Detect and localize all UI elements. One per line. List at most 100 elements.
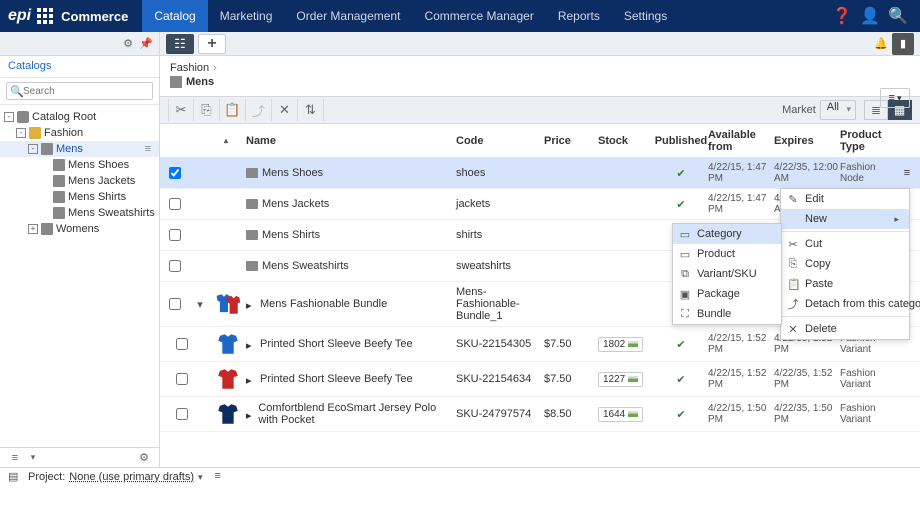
row-available: 4/22/15, 1:52 PM <box>708 368 774 390</box>
row-code: SKU-24797574 <box>456 408 544 420</box>
row-code: jackets <box>456 198 544 210</box>
cut-button[interactable]: ✂ <box>168 99 194 121</box>
row-checkbox[interactable] <box>176 338 188 350</box>
published-icon: ✔ <box>654 338 708 351</box>
col-price[interactable]: Price <box>544 135 598 147</box>
page-icon <box>53 191 65 203</box>
node-icon <box>246 168 258 178</box>
tree-node[interactable]: Mens Sweatshirts <box>0 205 159 221</box>
tree-node[interactable]: Mens Shoes <box>0 157 159 173</box>
ctx-cut[interactable]: ✂Cut <box>781 234 909 254</box>
sub-category[interactable]: ▭Category <box>673 224 781 244</box>
row-name: Mens Fashionable Bundle <box>260 298 387 310</box>
pane-settings-icon[interactable]: ≡ <box>6 449 24 467</box>
tree-label: Womens <box>56 223 99 235</box>
expand-toggle[interactable]: - <box>16 128 26 138</box>
delete-button[interactable]: ✕ <box>272 99 298 121</box>
context-menu: ✎Edit New▸ ▭Category ▭Product ⧉Variant/S… <box>780 188 910 340</box>
table-row[interactable]: ▸Comfortblend EcoSmart Jersey Polo with … <box>160 397 920 432</box>
add-button[interactable]: + <box>198 34 226 54</box>
col-published[interactable]: Published <box>654 135 708 147</box>
tab-order-management[interactable]: Order Management <box>284 0 412 32</box>
tree-node[interactable]: -Fashion <box>0 125 159 141</box>
layers-icon[interactable]: ▤ <box>8 470 22 484</box>
chevron-right-icon: ▸ <box>894 214 899 225</box>
sub-package[interactable]: ▣Package <box>673 284 781 304</box>
tree-node[interactable]: -Catalog Root <box>0 109 159 125</box>
market-select[interactable]: All <box>820 100 856 120</box>
row-checkbox[interactable] <box>169 260 181 272</box>
sub-variant[interactable]: ⧉Variant/SKU <box>673 264 781 284</box>
tree-node[interactable]: -Mens≡ <box>0 141 159 157</box>
tree-menu-icon[interactable]: ≡ <box>141 143 155 155</box>
col-stock[interactable]: Stock <box>598 135 654 147</box>
bell-icon[interactable]: 🔔 <box>870 33 892 55</box>
row-expires: 4/22/35, 12:00 AM <box>774 162 840 184</box>
row-checkbox[interactable] <box>176 373 188 385</box>
col-expires[interactable]: Expires <box>774 135 840 147</box>
copy-button[interactable]: ⎘ <box>194 99 220 121</box>
catalog-search-input[interactable] <box>6 82 153 100</box>
tree-label: Mens Jackets <box>68 175 135 187</box>
project-bar: ▤ Project: None (use primary drafts) ▾ ≡ <box>0 467 920 486</box>
breadcrumb-parent[interactable]: Fashion <box>170 62 209 74</box>
tree-mode-button[interactable]: ☷ <box>166 34 194 54</box>
pane-dropdown-icon[interactable]: ▾ <box>24 449 42 467</box>
row-checkbox[interactable] <box>169 198 181 210</box>
page-icon <box>170 76 182 88</box>
tab-settings[interactable]: Settings <box>612 0 679 32</box>
project-list-icon[interactable]: ≡ <box>215 470 229 484</box>
table-row[interactable]: Mens Shoesshoes✔4/22/15, 1:47 PM4/22/35,… <box>160 158 920 189</box>
project-dropdown-icon[interactable]: ▾ <box>198 472 203 483</box>
sub-product[interactable]: ▭Product <box>673 244 781 264</box>
help-icon[interactable]: ❓ <box>828 0 856 32</box>
tab-reports[interactable]: Reports <box>546 0 612 32</box>
assets-icon[interactable]: ▮ <box>892 33 914 55</box>
pane-gear-icon[interactable]: ⚙ <box>135 449 153 467</box>
stock-pill[interactable]: 1227 <box>598 372 643 387</box>
col-code[interactable]: Code <box>456 135 544 147</box>
view-options-button[interactable]: ≡ ▾ <box>880 88 910 108</box>
tab-commerce-manager[interactable]: Commerce Manager <box>412 0 545 32</box>
col-available[interactable]: Available from <box>708 129 774 153</box>
row-checkbox[interactable] <box>169 229 181 241</box>
ctx-edit[interactable]: ✎Edit <box>781 189 909 209</box>
pin-icon[interactable]: 📌 <box>137 35 155 53</box>
apps-icon[interactable] <box>37 8 53 24</box>
catalog-tree: -Catalog Root-Fashion-Mens≡Mens Shoes Men… <box>0 105 159 447</box>
expand-toggle[interactable]: - <box>4 112 14 122</box>
expand-toggle[interactable]: + <box>28 224 38 234</box>
catalogs-header[interactable]: Catalogs <box>0 56 159 78</box>
col-name[interactable]: Name <box>246 135 456 147</box>
tree-node[interactable]: Mens Shirts <box>0 189 159 205</box>
row-checkbox[interactable] <box>169 298 181 310</box>
gear-icon[interactable]: ⚙ <box>119 35 137 53</box>
row-code: shoes <box>456 167 544 179</box>
project-label: Project: <box>28 471 65 483</box>
stock-pill[interactable]: 1802 <box>598 337 643 352</box>
tree-node[interactable]: Mens Jackets <box>0 173 159 189</box>
table-row[interactable]: ▸Printed Short Sleeve Beefy TeeSKU-22154… <box>160 362 920 397</box>
tab-marketing[interactable]: Marketing <box>208 0 285 32</box>
row-checkbox[interactable] <box>176 408 188 420</box>
root-icon <box>17 111 29 123</box>
tree-node[interactable]: + Womens <box>0 221 159 237</box>
col-type[interactable]: Product Type <box>840 129 898 153</box>
sub-bundle[interactable]: ⛶Bundle <box>673 304 781 324</box>
ctx-delete[interactable]: ✕Delete <box>781 319 909 339</box>
expand-toggle[interactable]: - <box>28 144 38 154</box>
search-icon[interactable]: 🔍 <box>884 0 912 32</box>
project-value[interactable]: None (use primary drafts) <box>69 471 194 483</box>
ctx-new[interactable]: New▸ ▭Category ▭Product ⧉Variant/SKU ▣Pa… <box>781 209 909 229</box>
stock-pill[interactable]: 1644 <box>598 407 643 422</box>
ctx-copy[interactable]: ⎘Copy <box>781 254 909 274</box>
row-type: Fashion Variant <box>840 368 898 390</box>
row-menu-icon[interactable]: ≡ <box>904 167 910 179</box>
sort-button[interactable]: ⇅ <box>298 99 324 121</box>
row-expand[interactable]: ▾ <box>190 298 210 311</box>
tab-catalog[interactable]: Catalog <box>142 0 207 32</box>
row-expires: 4/22/35, 1:50 PM <box>774 403 840 425</box>
node-icon <box>246 230 258 240</box>
row-checkbox[interactable] <box>169 167 181 179</box>
user-icon[interactable]: 👤 <box>856 0 884 32</box>
